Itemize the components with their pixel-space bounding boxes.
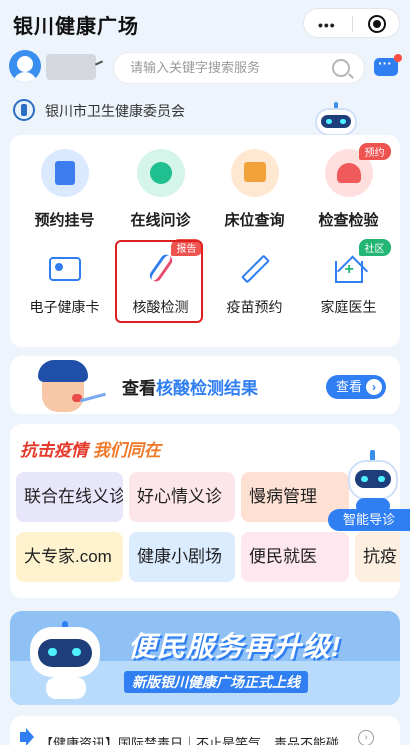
chevron-right-icon[interactable]: ›: [358, 730, 374, 745]
nucleic-banner-prefix: 查看: [122, 379, 156, 398]
consult-icon: [136, 149, 185, 197]
tile-online-free-clinic[interactable]: 联合在线义诊: [16, 472, 123, 522]
home-doctor-icon: 社区: [329, 239, 391, 287]
illustration-hair: [38, 360, 88, 382]
org-name: 银川市卫生健康委员会: [45, 103, 185, 119]
nucleic-banner-title: 查看核酸检测结果: [122, 374, 258, 399]
tile-anti-epidemic[interactable]: 抗疫: [355, 532, 400, 582]
miniapp-capsule: •••: [303, 8, 400, 38]
highlight-annotation-box: [115, 240, 203, 323]
tile-health-theater[interactable]: 健康小剧场: [129, 532, 235, 582]
service-label: 预约挂号: [34, 212, 95, 229]
search-icon[interactable]: [332, 59, 350, 77]
news-text: 【健康资讯】国际禁毒日｜不止是笑气，毒品不能碰，: [40, 736, 353, 745]
avatar-face: [17, 56, 33, 72]
search-input[interactable]: [130, 60, 330, 75]
robot-eye: [326, 119, 332, 124]
service-label: 检查检验: [318, 212, 379, 229]
robot-body: [46, 677, 86, 699]
service-consult[interactable]: 在线问诊: [112, 149, 209, 230]
service-health-card[interactable]: 电子健康卡: [16, 251, 113, 317]
consult-icon-glyph: [149, 162, 172, 184]
message-button[interactable]: [374, 54, 402, 78]
badge-community: 社区: [358, 239, 391, 256]
check-icon: 预约: [324, 143, 391, 197]
register-icon-glyph: [54, 161, 75, 185]
user-row: [0, 48, 410, 90]
chevron-down-icon[interactable]: [94, 60, 104, 66]
swab-test-illustration: [24, 360, 106, 414]
smart-guide-button[interactable]: 智能导诊: [328, 509, 410, 531]
home-glyph: [334, 261, 363, 283]
health-card-icon: [45, 251, 85, 287]
register-icon: [40, 149, 89, 197]
heading-part-b: 我们同在: [92, 441, 161, 460]
health-card-glyph: [48, 257, 81, 281]
bed-icon: [230, 149, 279, 197]
robot-mascot-icon: [26, 621, 104, 699]
robot-eye: [72, 648, 81, 656]
robot-eye: [48, 648, 57, 656]
badge-appointment: 预约: [358, 143, 391, 160]
app-title: 银川健康广场: [13, 16, 139, 38]
news-ticker[interactable]: 【健康资讯】国际禁毒日｜不止是笑气，毒品不能碰， ›: [10, 716, 400, 745]
view-result-label: 查看: [336, 379, 363, 394]
nucleic-result-banner[interactable]: 查看核酸检测结果 查看 ›: [10, 356, 400, 414]
upgrade-subline: 新版银川健康广场正式上线: [124, 671, 308, 693]
robot-eye: [361, 476, 368, 482]
robot-eye: [378, 476, 385, 482]
more-icon[interactable]: •••: [318, 17, 336, 33]
upgrade-headline: 便民服务再升级!: [128, 631, 342, 662]
service-label: 电子健康卡: [29, 299, 100, 315]
service-family-doctor[interactable]: 社区 家庭医生: [300, 239, 397, 317]
syringe-icon: [235, 251, 275, 287]
avatar[interactable]: [9, 50, 41, 82]
nucleic-banner-highlight: 核酸检测结果: [156, 379, 258, 398]
check-icon-glyph: [336, 163, 361, 183]
top-bar: 银川健康广场 •••: [0, 0, 410, 46]
heading-part-a: 抗击疫情: [20, 441, 88, 460]
avatar-body: [13, 72, 37, 82]
robot-eye: [340, 119, 346, 124]
unread-dot: [394, 54, 402, 62]
service-register[interactable]: 预约挂号: [16, 149, 113, 230]
bed-icon-glyph: [243, 162, 266, 182]
service-label: 疫苗预约: [226, 299, 283, 315]
tile-mood-clinic[interactable]: 好心情义诊: [129, 472, 235, 522]
close-miniapp-icon[interactable]: [368, 15, 386, 33]
tile-convenient-care[interactable]: 便民就医: [241, 532, 349, 582]
speaker-icon: [20, 728, 34, 745]
view-result-button[interactable]: 查看 ›: [326, 375, 386, 399]
service-vaccine[interactable]: 疫苗预约: [206, 251, 303, 317]
epidemic-heading: 抗击疫情 我们同在: [20, 436, 161, 461]
org-logo-icon: [13, 99, 35, 121]
assistant-robot-icon[interactable]: [340, 448, 406, 516]
capsule-divider: [352, 16, 353, 32]
service-bed-query[interactable]: 床位查询: [206, 149, 303, 230]
services-card: 预约挂号 在线问诊 床位查询 预约 检查检验 电子健康卡 报告 核酸检测 疫苗预…: [10, 135, 400, 347]
service-label: 家庭医生: [320, 299, 377, 315]
syringe-glyph: [240, 254, 270, 284]
service-check[interactable]: 预约 检查检验: [300, 143, 397, 230]
tile-big-expert[interactable]: 大专家.com: [16, 532, 123, 582]
username-redacted[interactable]: [46, 54, 96, 80]
service-label: 在线问诊: [130, 212, 191, 229]
service-label: 床位查询: [224, 212, 285, 229]
upgrade-banner[interactable]: 便民服务再升级! 新版银川健康广场正式上线: [10, 611, 400, 705]
chevron-right-icon: ›: [366, 379, 382, 395]
robot-visor: [38, 639, 92, 667]
search-bar[interactable]: [113, 52, 365, 84]
